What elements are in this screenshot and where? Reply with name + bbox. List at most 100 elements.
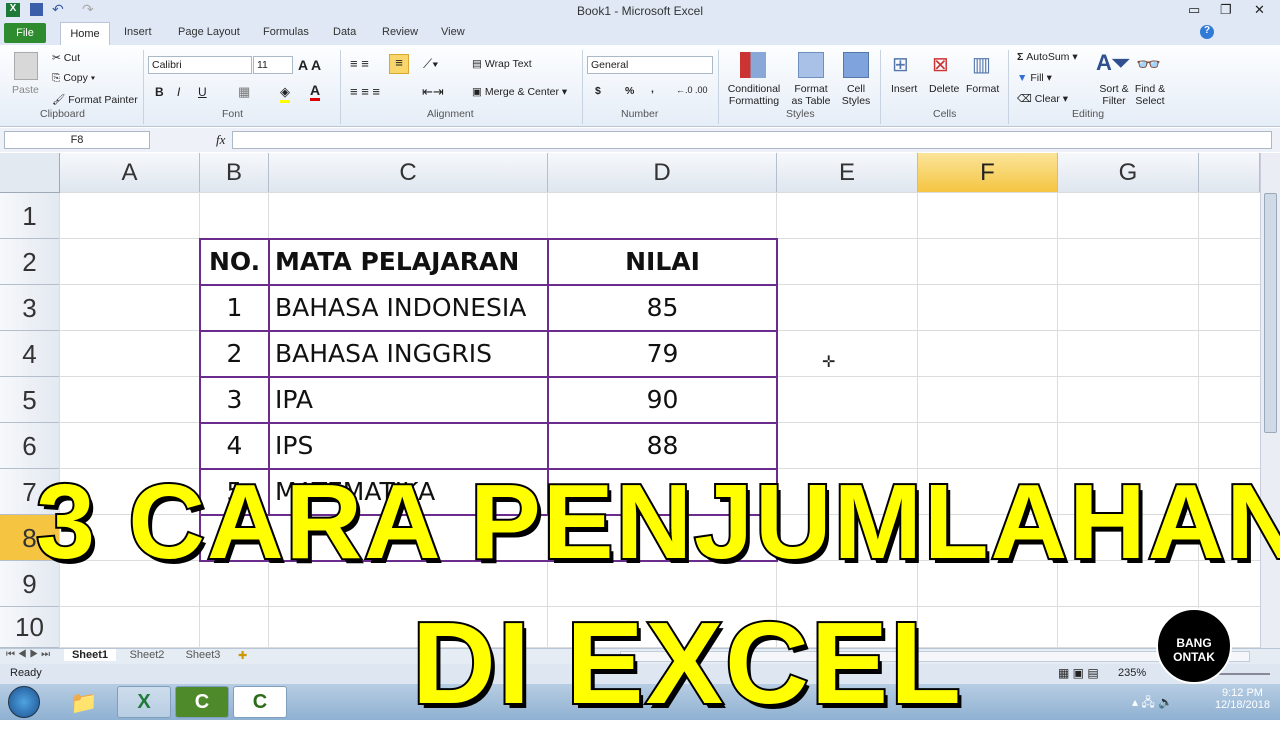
tab-data[interactable]: Data [333,26,356,38]
delete-button[interactable]: Delete [929,83,959,95]
column-header-G[interactable]: G [1058,153,1199,193]
group-label-editing: Editing [1072,108,1105,120]
merge-center-button[interactable]: ▣ Merge & Center ▾ [472,86,567,98]
tab-file[interactable]: File [4,23,46,43]
zoom-level[interactable]: 235% [1118,667,1146,679]
italic-button[interactable]: I [177,85,180,99]
tab-review[interactable]: Review [382,26,418,38]
group-label-alignment: Alignment [427,108,474,120]
tab-view[interactable]: View [441,26,465,38]
comma-button[interactable]: , [651,83,654,95]
table-border [268,376,549,424]
start-button[interactable] [8,686,40,718]
fill-color-icon[interactable]: ◈ [280,84,290,103]
format-button[interactable]: Format [966,83,999,95]
group-label-styles: Styles [786,108,815,120]
restore-icon[interactable]: ❐ [1220,2,1232,18]
tab-home[interactable]: Home [60,22,110,46]
cell-styles-icon [843,52,869,78]
close-icon[interactable]: ✕ [1254,2,1265,18]
name-box[interactable]: F8 [4,131,150,149]
indent-icon[interactable]: ⇤⇥ [422,84,444,100]
taskbar-excel-icon[interactable]: X [117,686,171,718]
conditional-formatting-icon [740,52,766,78]
underline-button[interactable]: U [198,85,207,99]
insert-button[interactable]: Insert [891,83,917,95]
divider [582,50,583,124]
tab-insert[interactable]: Insert [124,26,152,38]
tab-page-layout[interactable]: Page Layout [178,26,240,38]
conditional-formatting-button[interactable]: Conditional Formatting [724,83,784,107]
group-label-clipboard: Clipboard [40,108,85,120]
find-select-button[interactable]: Find & Select [1130,83,1170,107]
font-name-select[interactable]: Calibri [148,56,252,74]
format-as-table-button[interactable]: Format as Table [788,83,834,107]
fill-button[interactable]: ▼ Fill ▾ [1017,72,1052,84]
divider [718,50,719,124]
insert-function-icon[interactable]: fx [216,132,225,148]
align-bottom-icon[interactable]: ≡ [389,54,409,74]
row-header-4[interactable]: 4 [0,331,60,377]
file-explorer-icon[interactable]: 📁 [70,690,97,716]
font-size-select[interactable]: 11 [253,56,293,74]
font-color-icon[interactable]: A [310,82,321,101]
sheet-tab-2[interactable]: Sheet2 [122,649,172,661]
clock-time: 9:12 PM [1221,687,1263,699]
wrap-text-button[interactable]: ▤ Wrap Text [472,58,532,70]
format-cells-icon: ▥ [972,54,991,76]
view-buttons-icon[interactable]: ▦ ▣ ▤ [1058,666,1099,680]
tray-icons[interactable]: ▴ 🖧 🔈 [1132,693,1173,714]
grow-font-icon[interactable]: A A [298,57,321,73]
format-table-icon [798,52,824,78]
bold-button[interactable]: B [155,85,164,99]
clear-button[interactable]: ⌫ Clear ▾ [1017,93,1068,105]
cut-button[interactable]: ✂ Cut [52,52,80,64]
sort-filter-icon: A⏷ [1096,50,1130,75]
align-left-center-right-icon[interactable]: ≡ ≡ ≡ [350,84,380,99]
tab-formulas[interactable]: Formulas [263,26,309,38]
column-header-F[interactable]: F [918,153,1058,193]
row-header-1[interactable]: 1 [0,193,60,239]
taskbar-camtasia-icon[interactable]: C [175,686,229,718]
row-header-10[interactable]: 10 [0,607,60,648]
minimize-icon[interactable]: ▭ [1188,2,1200,18]
decimal-icon[interactable]: ←.0 .00 [676,85,708,95]
column-header-B[interactable]: B [200,153,269,193]
insert-sheet-icon[interactable]: ✚ [238,649,247,662]
sheet-nav-arrows-icon[interactable]: ⏮ ◀ ▶ ⏭ [6,649,50,660]
sheet-tab-1[interactable]: Sheet1 [64,649,116,661]
column-header-A[interactable]: A [60,153,200,193]
column-header-D[interactable]: D [548,153,777,193]
column-header-E[interactable]: E [777,153,918,193]
column-header-C[interactable]: C [269,153,548,193]
row-header-2[interactable]: 2 [0,239,60,285]
format-painter-button[interactable]: 🖌 Format Painter [52,93,138,106]
orientation-icon[interactable]: ⟋▾ [423,56,438,72]
taskbar-camtasia2-icon[interactable]: C [233,686,287,718]
table-border [547,376,778,424]
sheet-tab-3[interactable]: Sheet3 [178,649,228,661]
help-icon[interactable]: ? [1200,25,1214,39]
row-header-5[interactable]: 5 [0,377,60,423]
copy-button[interactable]: ⎘ Copy ▾ [52,72,95,85]
number-format-select[interactable]: General [587,56,713,74]
formula-input[interactable] [232,131,1272,149]
borders-icon[interactable]: ▦ [238,84,250,100]
paste-button[interactable]: Paste [12,84,39,96]
autosum-button[interactable]: Σ AutoSum ▾ [1017,51,1078,63]
currency-button[interactable]: $ [595,85,601,97]
scroll-thumb[interactable] [1264,193,1277,433]
cell-styles-button[interactable]: Cell Styles [838,83,874,107]
overlay-title-line2: DI EXCEL [410,596,963,730]
sigma-icon: Σ [1017,51,1024,63]
cell-cursor-icon: ✛ [822,354,836,371]
table-border [268,284,549,332]
select-all-corner[interactable] [0,153,60,193]
clock[interactable]: 9:12 PM 12/18/2018 [1215,687,1270,711]
row-header-3[interactable]: 3 [0,285,60,331]
align-top-icon[interactable]: ≡ ≡ [350,56,369,71]
divider [1008,50,1009,124]
percent-button[interactable]: % [625,85,634,97]
channel-logo: BANG ONTAK [1156,608,1232,684]
window-title: Book1 - Microsoft Excel [576,4,704,18]
